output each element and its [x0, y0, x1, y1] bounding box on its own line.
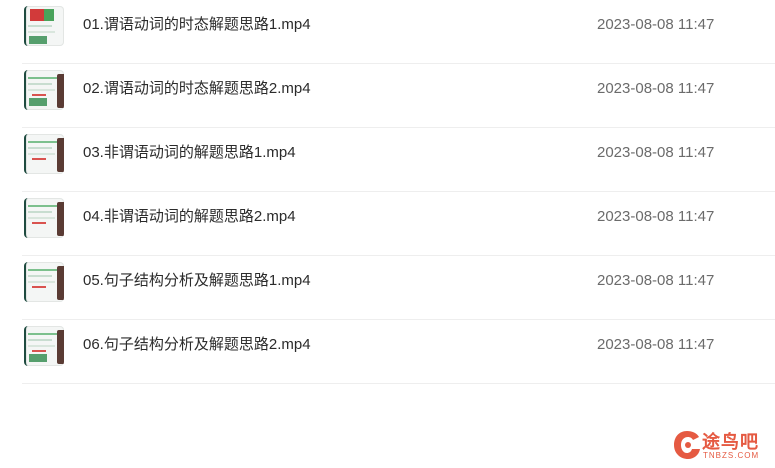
bird-logo-icon: [674, 431, 700, 459]
file-name[interactable]: 06.句子结构分析及解题思路2.mp4: [83, 320, 311, 370]
file-modified-time: 2023-08-08 11:47: [597, 272, 715, 289]
file-modified-time: 2023-08-08 11:47: [597, 208, 715, 225]
file-row[interactable]: 03.非谓语动词的解题思路1.mp4 2023-08-08 11:47: [22, 128, 775, 192]
file-name[interactable]: 04.非谓语动词的解题思路2.mp4: [83, 192, 296, 242]
file-row[interactable]: 05.句子结构分析及解题思路1.mp4 2023-08-08 11:47: [22, 256, 775, 320]
video-thumbnail[interactable]: [24, 198, 64, 238]
file-name[interactable]: 02.谓语动词的时态解题思路2.mp4: [83, 64, 311, 114]
watermark-logo: 途鸟吧 TNBZS.COM: [672, 426, 772, 466]
file-row[interactable]: 01.谓语动词的时态解题思路1.mp4 2023-08-08 11:47: [22, 0, 775, 64]
file-name[interactable]: 05.句子结构分析及解题思路1.mp4: [83, 256, 311, 306]
video-thumbnail[interactable]: [24, 326, 64, 366]
file-row[interactable]: 04.非谓语动词的解题思路2.mp4 2023-08-08 11:47: [22, 192, 775, 256]
video-thumbnail[interactable]: [24, 70, 64, 110]
watermark-subtext: TNBZS.COM: [703, 451, 760, 460]
file-modified-time: 2023-08-08 11:47: [597, 336, 715, 353]
file-name[interactable]: 01.谓语动词的时态解题思路1.mp4: [83, 0, 311, 50]
file-row[interactable]: 02.谓语动词的时态解题思路2.mp4 2023-08-08 11:47: [22, 64, 775, 128]
file-modified-time: 2023-08-08 11:47: [597, 80, 715, 97]
video-thumbnail[interactable]: [24, 6, 64, 46]
video-thumbnail[interactable]: [24, 134, 64, 174]
video-thumbnail[interactable]: [24, 262, 64, 302]
file-modified-time: 2023-08-08 11:47: [597, 16, 715, 33]
file-row[interactable]: 06.句子结构分析及解题思路2.mp4 2023-08-08 11:47: [22, 320, 775, 384]
file-name[interactable]: 03.非谓语动词的解题思路1.mp4: [83, 128, 296, 178]
file-modified-time: 2023-08-08 11:47: [597, 144, 715, 161]
